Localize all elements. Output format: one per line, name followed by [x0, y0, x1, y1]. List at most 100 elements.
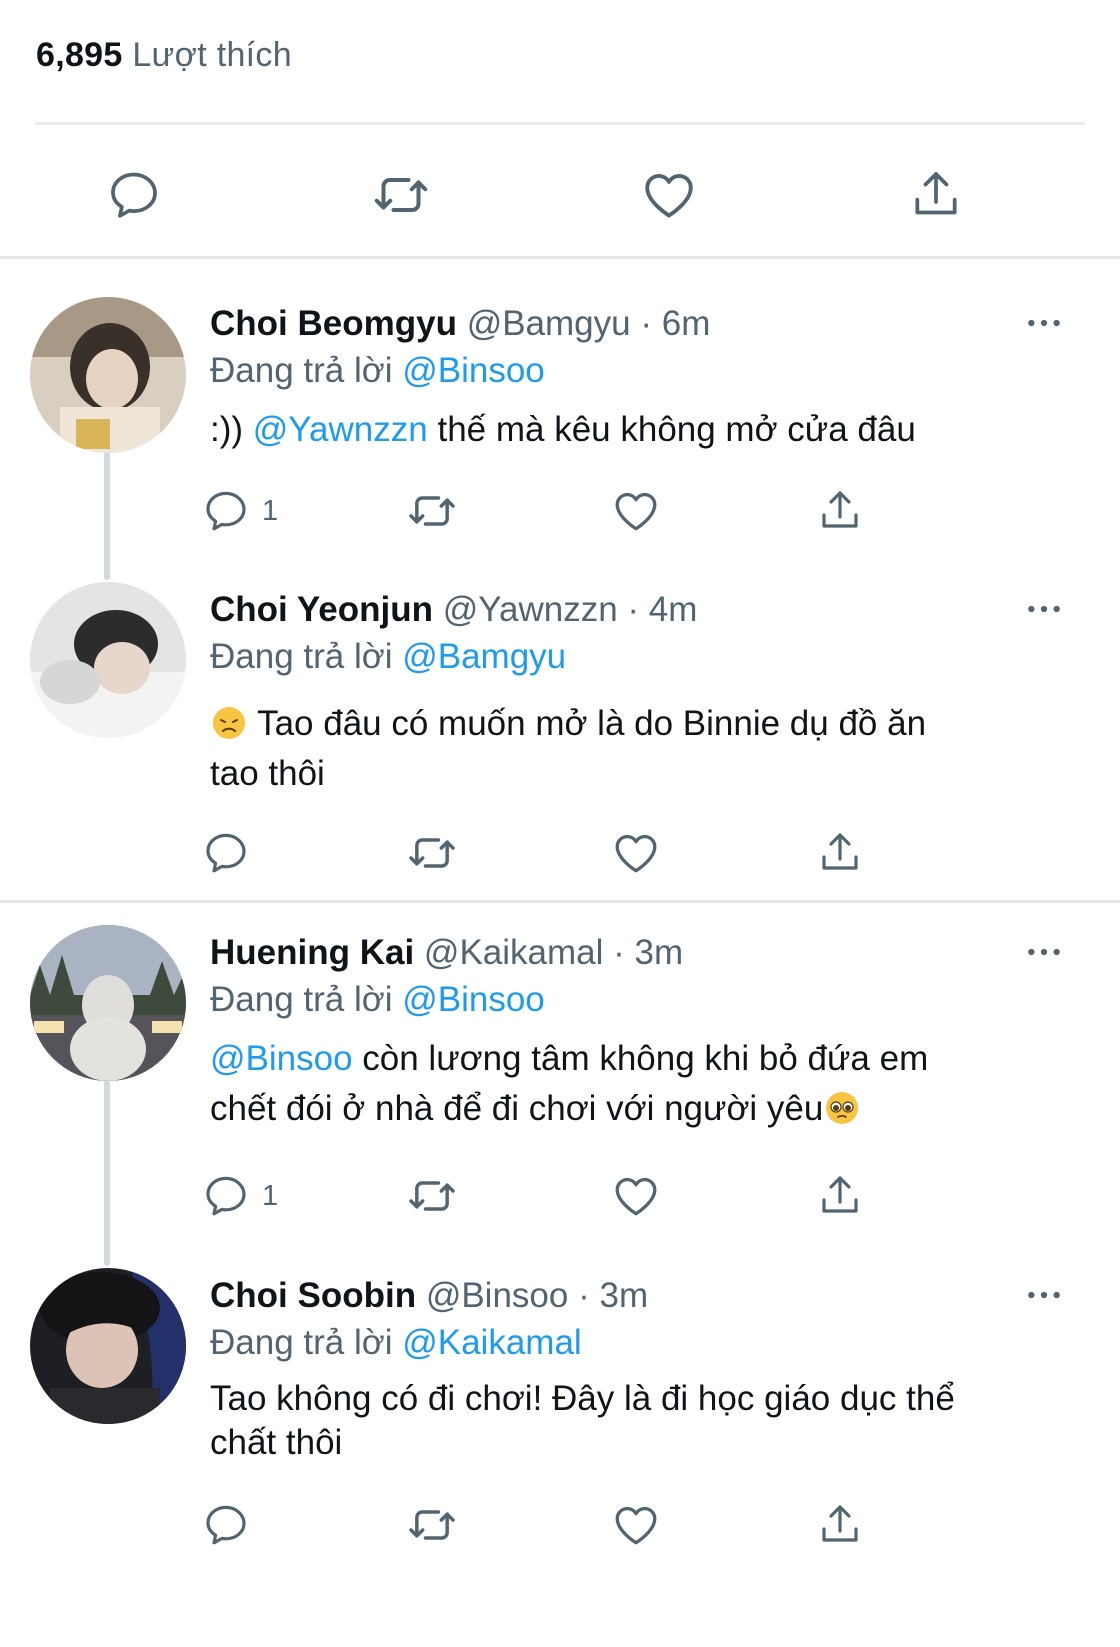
display-name[interactable]: Choi Yeonjun [210, 590, 433, 629]
timestamp[interactable]: 4m [649, 590, 698, 629]
heart-icon [611, 1171, 661, 1221]
reply-button[interactable] [99, 160, 169, 230]
body-mention[interactable]: @Yawnzzn [253, 410, 428, 449]
like-button[interactable] [634, 160, 704, 230]
avatar-image [30, 925, 186, 1081]
like-button[interactable] [611, 486, 661, 536]
display-name[interactable]: Choi Beomgyu [210, 304, 457, 343]
retweet-icon [406, 485, 458, 537]
handle[interactable]: @Kaikamal [424, 933, 603, 972]
tweet-actions: 1 [210, 1171, 910, 1221]
reply-icon [106, 167, 162, 223]
retweet-button[interactable] [406, 1500, 458, 1550]
replying-to: Đang trả lời @Binsoo [210, 980, 545, 1020]
more-dots-icon [1025, 1290, 1063, 1300]
body-text-line2: tao thôi [210, 754, 325, 793]
retweet-icon [406, 1499, 458, 1551]
share-button[interactable] [901, 160, 971, 230]
reply-button[interactable]: 1 [202, 1171, 278, 1221]
avatar[interactable] [30, 1268, 186, 1424]
handle[interactable]: @Binsoo [426, 1276, 569, 1315]
body-text: Tao đâu có muốn mở là do Binnie dụ đồ ăn [257, 704, 927, 743]
separator-dot: · [578, 1276, 590, 1315]
display-name[interactable]: Choi Soobin [210, 1276, 416, 1315]
retweet-button[interactable] [406, 828, 458, 878]
tweet-body: Tao đâu có muốn mở là do Binnie dụ đồ ăn… [210, 699, 1060, 799]
body-text: :)) [210, 410, 244, 449]
tweet-body: :)) @Yawnzzn thế mà kêu không mở cửa đâu [210, 405, 1060, 455]
replying-to: Đang trả lời @Bamgyu [210, 637, 566, 677]
replying-to: Đang trả lời @Kaikamal [210, 1323, 582, 1363]
likes-count: 6,895 [36, 36, 123, 74]
body-text-line2: chất thôi [210, 1423, 343, 1462]
retweet-button[interactable] [406, 486, 458, 536]
tweet-actions [210, 828, 910, 878]
divider [35, 122, 1085, 125]
share-button[interactable] [816, 1171, 864, 1221]
retweet-icon [406, 827, 458, 879]
more-button[interactable] [1020, 594, 1068, 624]
like-button[interactable] [611, 1171, 661, 1221]
reply-icon [202, 487, 250, 535]
reply-count: 1 [262, 494, 279, 527]
more-button[interactable] [1020, 937, 1068, 967]
tweet-body: Tao không có đi chơi! Đây là đi học giáo… [210, 1377, 1060, 1465]
replying-to: Đang trả lời @Binsoo [210, 351, 545, 391]
separator-dot: · [613, 933, 625, 972]
replying-to-mention[interactable]: @Bamgyu [402, 637, 566, 676]
share-button[interactable] [816, 486, 864, 536]
heart-icon [611, 1500, 661, 1550]
tweet-actions: 1 [210, 486, 910, 536]
body-mention[interactable]: @Binsoo [210, 1039, 353, 1078]
tweet-header: Choi Soobin @Binsoo · 3m [210, 1276, 648, 1316]
avatar-image [30, 582, 186, 738]
more-button[interactable] [1020, 1280, 1068, 1310]
reply-button[interactable] [202, 1500, 250, 1550]
like-button[interactable] [611, 828, 661, 878]
more-dots-icon [1025, 947, 1063, 957]
likes-summary[interactable]: 6,895 Lượt thích [36, 36, 292, 75]
retweet-button[interactable] [406, 1171, 458, 1221]
replying-to-mention[interactable]: @Binsoo [402, 980, 545, 1019]
share-icon [908, 167, 964, 223]
reply-button[interactable] [202, 828, 250, 878]
reply-button[interactable]: 1 [202, 486, 278, 536]
handle[interactable]: @Bamgyu [467, 304, 631, 343]
reply-icon [202, 829, 250, 877]
timestamp[interactable]: 3m [635, 933, 684, 972]
more-dots-icon [1025, 604, 1063, 614]
share-icon [816, 487, 864, 535]
share-button[interactable] [816, 1500, 864, 1550]
thread-connector [104, 452, 110, 580]
handle[interactable]: @Yawnzzn [443, 590, 618, 629]
display-name[interactable]: Huening Kai [210, 933, 414, 972]
retweet-icon [371, 165, 431, 225]
replying-to-mention[interactable]: @Kaikamal [402, 1323, 581, 1362]
body-text: còn lương tâm không khi bỏ đứa em [362, 1039, 929, 1078]
timestamp[interactable]: 6m [662, 304, 711, 343]
body-text: Tao không có đi chơi! Đây là đi học giáo… [210, 1379, 955, 1418]
more-button[interactable] [1020, 308, 1068, 338]
separator-dot: · [627, 590, 640, 629]
share-icon [816, 829, 864, 877]
share-icon [816, 1501, 864, 1549]
retweet-button[interactable] [366, 160, 436, 230]
timestamp[interactable]: 3m [599, 1276, 648, 1315]
disappointed-face-icon [213, 707, 245, 739]
share-button[interactable] [816, 828, 864, 878]
avatar[interactable] [30, 925, 186, 1081]
retweet-icon [406, 1170, 458, 1222]
like-button[interactable] [611, 1500, 661, 1550]
avatar[interactable] [30, 582, 186, 738]
likes-label: Lượt thích [132, 36, 292, 74]
thread-connector [104, 1080, 110, 1266]
avatar[interactable] [30, 297, 186, 453]
main-tweet-actions [0, 160, 1120, 230]
share-icon [816, 1172, 864, 1220]
section-divider [0, 900, 1120, 903]
replying-to-mention[interactable]: @Binsoo [402, 351, 545, 390]
avatar-image [30, 1268, 186, 1424]
section-divider [0, 256, 1120, 259]
tweet-header: Choi Yeonjun @Yawnzzn · 4m [210, 590, 697, 630]
tweet-body: @Binsoo còn lương tâm không khi bỏ đứa e… [210, 1034, 1060, 1134]
